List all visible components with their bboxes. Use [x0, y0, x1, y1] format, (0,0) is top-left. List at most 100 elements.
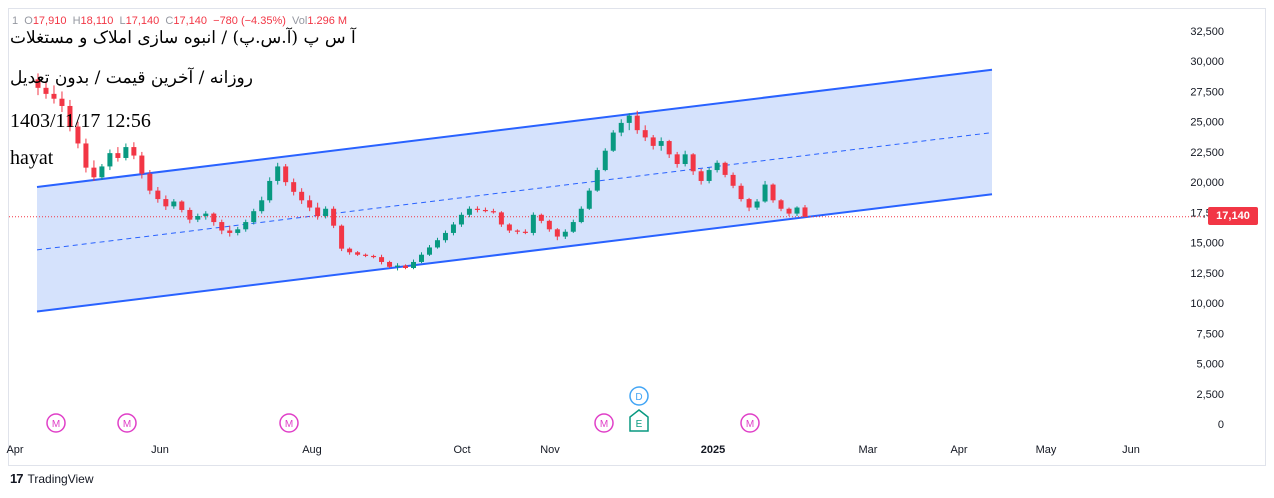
candle-body[interactable]: [395, 265, 401, 267]
candle-body[interactable]: [411, 261, 417, 269]
candle-body[interactable]: [99, 166, 105, 178]
candle-body[interactable]: [291, 182, 297, 192]
candle-body[interactable]: [339, 225, 345, 249]
candle-body[interactable]: [682, 154, 688, 165]
candle-body[interactable]: [331, 208, 337, 226]
candle-body[interactable]: [171, 201, 177, 207]
candle-body[interactable]: [482, 209, 488, 212]
candle-body[interactable]: [403, 265, 409, 269]
candle-body[interactable]: [347, 248, 353, 253]
candle-body[interactable]: [131, 147, 137, 156]
candle-body[interactable]: [227, 230, 233, 233]
candle[interactable]: [530, 212, 536, 236]
candle-body[interactable]: [275, 166, 281, 181]
candle-body[interactable]: [466, 208, 472, 215]
candle-body[interactable]: [722, 162, 728, 175]
event-marker-m[interactable]: M: [740, 413, 760, 433]
candle-body[interactable]: [123, 147, 129, 158]
candle-body[interactable]: [730, 174, 736, 186]
candle-body[interactable]: [530, 214, 536, 233]
candle-body[interactable]: [610, 132, 616, 151]
candle[interactable]: [267, 177, 273, 203]
candle-body[interactable]: [147, 173, 153, 191]
candle-body[interactable]: [442, 232, 448, 241]
event-marker-m[interactable]: M: [594, 413, 614, 433]
candle[interactable]: [99, 164, 105, 180]
candle-body[interactable]: [778, 200, 784, 209]
candle-body[interactable]: [43, 87, 49, 94]
candle-body[interactable]: [634, 115, 640, 131]
candle-body[interactable]: [426, 247, 432, 255]
candle-body[interactable]: [219, 222, 225, 231]
candle-body[interactable]: [618, 122, 624, 133]
candle-body[interactable]: [690, 154, 696, 172]
candle-body[interactable]: [802, 207, 808, 217]
candle-body[interactable]: [259, 200, 265, 212]
time-axis[interactable]: Apr Jun Aug Oct Nov 2025 Mar Apr May Jun: [6, 444, 1139, 456]
candle-body[interactable]: [211, 213, 217, 223]
interval-label[interactable]: 1: [12, 15, 18, 27]
candle[interactable]: [107, 149, 113, 171]
candle-body[interactable]: [554, 229, 560, 237]
event-marker-m[interactable]: M: [46, 413, 66, 433]
candle-body[interactable]: [642, 130, 648, 138]
candle-body[interactable]: [283, 166, 289, 183]
candle-body[interactable]: [666, 141, 672, 155]
candle-body[interactable]: [243, 222, 249, 230]
candle-body[interactable]: [698, 171, 704, 181]
candle-body[interactable]: [770, 184, 776, 201]
candle-body[interactable]: [379, 257, 385, 262]
candle-body[interactable]: [674, 154, 680, 165]
candle-body[interactable]: [474, 208, 480, 210]
candle-body[interactable]: [107, 153, 113, 167]
candle-body[interactable]: [363, 254, 369, 256]
candle-body[interactable]: [315, 207, 321, 217]
candle-body[interactable]: [794, 207, 800, 214]
candle[interactable]: [610, 130, 616, 152]
candle-body[interactable]: [434, 240, 440, 248]
candle-body[interactable]: [602, 150, 608, 171]
candle-body[interactable]: [450, 224, 456, 233]
event-markers[interactable]: M M M M D E M: [46, 386, 760, 433]
candle-body[interactable]: [355, 252, 361, 255]
candle-body[interactable]: [187, 209, 193, 220]
candle[interactable]: [51, 85, 57, 104]
candle-body[interactable]: [746, 199, 752, 208]
candle-body[interactable]: [594, 170, 600, 191]
candle-body[interactable]: [514, 230, 520, 232]
candle[interactable]: [738, 183, 744, 202]
candle-body[interactable]: [59, 98, 65, 106]
candle-body[interactable]: [163, 199, 169, 207]
candle-body[interactable]: [307, 200, 313, 208]
candle-body[interactable]: [203, 213, 209, 217]
candle-body[interactable]: [506, 224, 512, 231]
candle-body[interactable]: [538, 214, 544, 221]
candle[interactable]: [123, 143, 129, 161]
candle-body[interactable]: [267, 180, 273, 201]
candle-body[interactable]: [195, 216, 201, 220]
candle-body[interactable]: [323, 208, 329, 217]
candle-body[interactable]: [91, 167, 97, 178]
candle-body[interactable]: [83, 143, 89, 168]
candle-body[interactable]: [762, 184, 768, 202]
candle[interactable]: [59, 91, 65, 113]
candle-body[interactable]: [786, 208, 792, 214]
candle-body[interactable]: [562, 231, 568, 237]
candle-body[interactable]: [458, 214, 464, 225]
candle[interactable]: [594, 167, 600, 192]
candle-body[interactable]: [714, 162, 720, 171]
candle-body[interactable]: [546, 220, 552, 230]
candle-body[interactable]: [299, 191, 305, 201]
regression-channel[interactable]: [36, 68, 993, 313]
candle-body[interactable]: [650, 137, 656, 146]
candle[interactable]: [331, 206, 337, 229]
candle[interactable]: [602, 148, 608, 172]
candle[interactable]: [131, 142, 137, 160]
candle-body[interactable]: [522, 231, 528, 233]
event-marker-dividend[interactable]: D: [629, 386, 649, 406]
candle[interactable]: [578, 206, 584, 224]
candle[interactable]: [770, 183, 776, 203]
candle[interactable]: [91, 160, 97, 181]
candle-body[interactable]: [754, 201, 760, 208]
candle-body[interactable]: [626, 115, 632, 123]
